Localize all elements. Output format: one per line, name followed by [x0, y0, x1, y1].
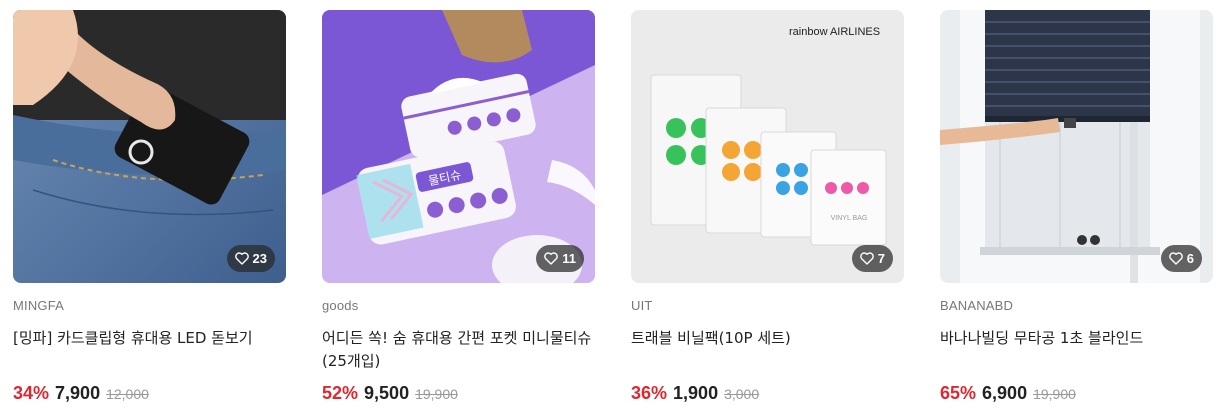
blind-window-photo	[940, 10, 1213, 283]
price-row: 34% 7,900 12,000	[13, 383, 149, 404]
product-card[interactable]: rainbow AIRLINES VINYL BAG 7 UIT 트래블 비닐팩…	[631, 10, 904, 403]
original-price: 19,900	[415, 386, 458, 402]
heart-icon	[859, 252, 874, 265]
product-title[interactable]: 바나나빌딩 무타공 1초 블라인드	[940, 327, 1213, 373]
product-brand[interactable]: MINGFA	[13, 298, 286, 313]
like-count: 7	[877, 251, 885, 266]
price-row: 52% 9,500 19,900	[322, 383, 458, 404]
like-count-badge[interactable]: 11	[536, 245, 584, 272]
product-brand[interactable]: goods	[322, 298, 595, 313]
sale-price: 7,900	[55, 383, 101, 403]
product-card[interactable]: 6 BANANABD 바나나빌딩 무타공 1초 블라인드 65% 6,900 1…	[940, 10, 1213, 403]
product-image[interactable]: 23	[13, 10, 286, 283]
like-count: 23	[252, 251, 267, 266]
price-row: 65% 6,900 19,900	[940, 383, 1076, 404]
like-count-badge[interactable]: 6	[1160, 245, 1202, 272]
product-image[interactable]: 물티슈 11	[322, 10, 595, 283]
like-count-badge[interactable]: 23	[226, 245, 275, 272]
card-magnifier-photo	[13, 10, 286, 283]
sale-price: 1,900	[673, 383, 719, 403]
discount-rate: 36%	[631, 383, 668, 403]
product-title[interactable]: 트래블 비닐팩(10P 세트)	[631, 327, 904, 373]
wet-wipes-photo: 물티슈	[322, 10, 595, 283]
product-title[interactable]: [밍파] 카드클립형 휴대용 LED 돋보기	[13, 327, 286, 373]
product-image[interactable]: 6	[940, 10, 1213, 283]
discount-rate: 65%	[940, 383, 977, 403]
product-card[interactable]: 물티슈 11 goods 어디든 쏙! 숨 휴대용 간편 포켓 미니물티슈 (2…	[322, 10, 595, 403]
heart-icon	[1168, 252, 1183, 265]
product-image[interactable]: rainbow AIRLINES VINYL BAG 7	[631, 10, 904, 283]
heart-icon	[544, 252, 559, 265]
discount-rate: 34%	[13, 383, 50, 403]
like-count: 6	[1186, 251, 1194, 266]
product-grid: 23 MINGFA [밍파] 카드클립형 휴대용 LED 돋보기 34% 7,9…	[13, 10, 1213, 403]
heart-icon	[234, 252, 249, 265]
product-card[interactable]: 23 MINGFA [밍파] 카드클립형 휴대용 LED 돋보기 34% 7,9…	[13, 10, 286, 403]
sale-price: 9,500	[364, 383, 410, 403]
like-count: 11	[562, 251, 576, 266]
product-brand[interactable]: UIT	[631, 298, 904, 313]
product-brand[interactable]: BANANABD	[940, 298, 1213, 313]
discount-rate: 52%	[322, 383, 359, 403]
bag-label: VINYL BAG	[831, 215, 868, 222]
vinyl-bags-photo: rainbow AIRLINES VINYL BAG	[631, 10, 904, 283]
original-price: 12,000	[106, 386, 149, 402]
original-price: 19,900	[1033, 386, 1076, 402]
sale-price: 6,900	[982, 383, 1028, 403]
price-row: 36% 1,900 3,000	[631, 383, 759, 404]
airline-label: rainbow AIRLINES	[789, 26, 880, 38]
like-count-badge[interactable]: 7	[851, 245, 893, 272]
original-price: 3,000	[724, 386, 760, 402]
product-title[interactable]: 어디든 쏙! 숨 휴대용 간편 포켓 미니물티슈 (25개입)	[322, 327, 595, 373]
